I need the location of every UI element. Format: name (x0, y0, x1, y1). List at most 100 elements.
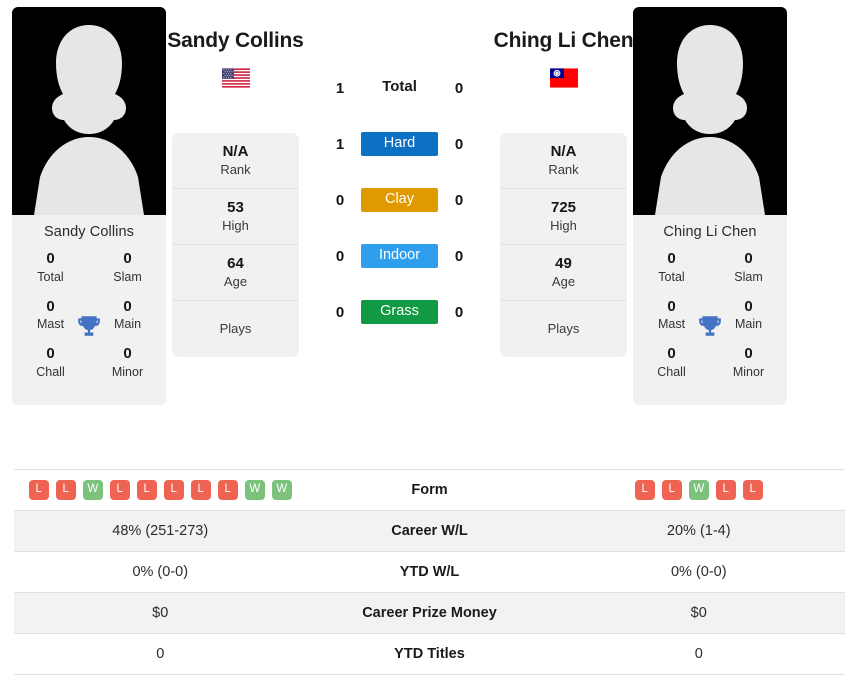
vital-plays-label: Plays (547, 320, 580, 336)
h2h-hard-left: 1 (335, 135, 345, 153)
titles-chall-left: 0 Chall (12, 345, 89, 381)
player-info-right: Ching Li Chen N/A Rank 725 High 49 Age P… (494, 7, 634, 357)
h2h-clay-left: 0 (335, 191, 345, 209)
player-photo-left (12, 7, 166, 215)
table-row-ytd-titles: 0 YTD Titles 0 (14, 634, 845, 675)
vital-age-right: 49 Age (500, 245, 627, 301)
titles-minor-label: Minor (111, 365, 144, 379)
player-name-right: Ching Li Chen (493, 29, 634, 52)
titles-minor-label: Minor (732, 365, 765, 379)
vital-high-value: 725 (550, 198, 577, 216)
titles-slam-value: 0 (123, 250, 132, 267)
form-badge: W (271, 480, 292, 500)
avatar-silhouette-icon (12, 7, 166, 215)
player-card-right[interactable]: Ching Li Chen 0 Total 0 Slam 0 Mast 0 Ma… (633, 7, 787, 405)
form-badge: W (688, 480, 709, 500)
vital-age-value: 49 (555, 254, 572, 272)
vital-rank-left: N/A Rank (172, 133, 299, 189)
form-badge: L (742, 480, 763, 500)
table-row-form: LLWLLLLLWW Form LLWLL (14, 470, 845, 511)
titles-slam-left: 0 Slam (89, 250, 166, 286)
row-label-ytd-wl: YTD W/L (399, 564, 460, 580)
h2h-total-right: 0 (454, 79, 464, 97)
titles-total-value: 0 (667, 250, 676, 267)
trophy-icon (78, 316, 100, 337)
titles-row: 0 Total 0 Slam (633, 248, 787, 296)
titles-chall-value: 0 (46, 345, 55, 363)
player-card-left[interactable]: Sandy Collins 0 Total 0 Slam 0 Mast 0 Ma… (12, 7, 166, 405)
surface-badge-grass[interactable]: Grass (361, 299, 438, 325)
row-label-ytd-titles: YTD Titles (394, 646, 465, 662)
career-wl-right: 20% (1-4) (666, 523, 731, 539)
ytd-titles-right: 0 (694, 646, 703, 662)
vital-high-right: 725 High (500, 189, 627, 245)
player-card-name-left: Sandy Collins (44, 224, 134, 240)
form-badges-left: LLWLLLLLWW (14, 480, 307, 500)
form-badge: L (190, 480, 211, 500)
vital-high-value: 53 (227, 198, 244, 216)
player-comparison-page: Sandy Collins 0 Total 0 Slam 0 Mast 0 Ma… (0, 0, 859, 681)
player-info-left: Sandy Collins N/A Rank 53 High 64 Age Pl… (167, 7, 304, 357)
vital-rank-label: Rank (220, 162, 251, 178)
titles-total-label: Total (37, 269, 64, 284)
vital-plays-label: Plays (219, 320, 252, 336)
surface-badge-clay[interactable]: Clay (361, 187, 438, 213)
titles-row: 0 Chall 0 Minor (633, 343, 787, 391)
form-badge: W (82, 480, 103, 500)
ytd-wl-left: 0% (0-0) (132, 564, 189, 580)
form-badge: L (217, 480, 238, 500)
stats-table: LLWLLLLLWW Form LLWLL 48% (251-273) Care… (14, 469, 845, 675)
career-prize-right: $0 (690, 605, 707, 621)
career-wl-left: 48% (251-273) (112, 523, 209, 539)
titles-slam-label: Slam (113, 269, 142, 284)
player-vitals-right: N/A Rank 725 High 49 Age Plays (500, 133, 627, 357)
vital-rank-value: N/A (222, 142, 249, 160)
titles-grid-left: 0 Total 0 Slam 0 Mast 0 Main 0 Chall 0 M… (12, 248, 166, 405)
table-row-career-prize: $0 Career Prize Money $0 (14, 593, 845, 634)
surface-badge-indoor[interactable]: Indoor (361, 243, 438, 269)
titles-slam-value: 0 (744, 250, 753, 267)
h2h-row-grass: 0 Grass 0 (305, 284, 494, 340)
form-badge: L (661, 480, 682, 500)
vital-age-label: Age (551, 274, 576, 290)
vital-age-value: 64 (227, 254, 244, 272)
form-badge: L (136, 480, 157, 500)
vital-rank-right: N/A Rank (500, 133, 627, 189)
surface-badge-hard[interactable]: Hard (361, 131, 438, 157)
row-label-career-prize: Career Prize Money (362, 605, 497, 621)
h2h-indoor-left: 0 (335, 247, 345, 265)
form-badge: L (55, 480, 76, 500)
career-prize-left: $0 (152, 605, 169, 621)
titles-chall-label: Chall (36, 365, 65, 379)
vital-plays-left: Plays (172, 301, 299, 357)
row-label-career-wl: Career W/L (391, 523, 468, 539)
titles-row: 0 Chall 0 Minor (12, 343, 166, 391)
vital-rank-value: N/A (550, 142, 577, 160)
vital-plays-right: Plays (500, 301, 627, 357)
titles-chall-value: 0 (667, 345, 676, 363)
player-flag-right-wrap (549, 67, 578, 89)
h2h-surface-column: 1 Total 0 1 Hard 0 0 Clay 0 0 Indoor 0 0 (305, 7, 494, 340)
taiwan-flag-icon (549, 68, 578, 88)
titles-total-right: 0 Total (633, 250, 710, 286)
avatar-silhouette-icon (633, 7, 787, 215)
form-badge: L (163, 480, 184, 500)
h2h-row-hard: 1 Hard 0 (305, 116, 494, 172)
ytd-titles-left: 0 (156, 646, 165, 662)
h2h-row-total: 1 Total 0 (305, 60, 494, 116)
vital-rank-label: Rank (548, 162, 579, 178)
h2h-grass-right: 0 (454, 303, 464, 321)
player-name-left: Sandy Collins (167, 29, 304, 52)
form-badge: L (715, 480, 736, 500)
form-badge: L (109, 480, 130, 500)
titles-slam-right: 0 Slam (710, 250, 787, 286)
titles-total-value: 0 (46, 250, 55, 267)
form-badge: L (28, 480, 49, 500)
form-badges-right: LLWLL (553, 480, 846, 500)
vital-age-left: 64 Age (172, 245, 299, 301)
h2h-indoor-right: 0 (454, 247, 464, 265)
player-flag-left-wrap (221, 67, 250, 89)
comparison-header: Sandy Collins 0 Total 0 Slam 0 Mast 0 Ma… (0, 0, 859, 466)
titles-chall-label: Chall (657, 365, 686, 379)
form-badge: L (634, 480, 655, 500)
